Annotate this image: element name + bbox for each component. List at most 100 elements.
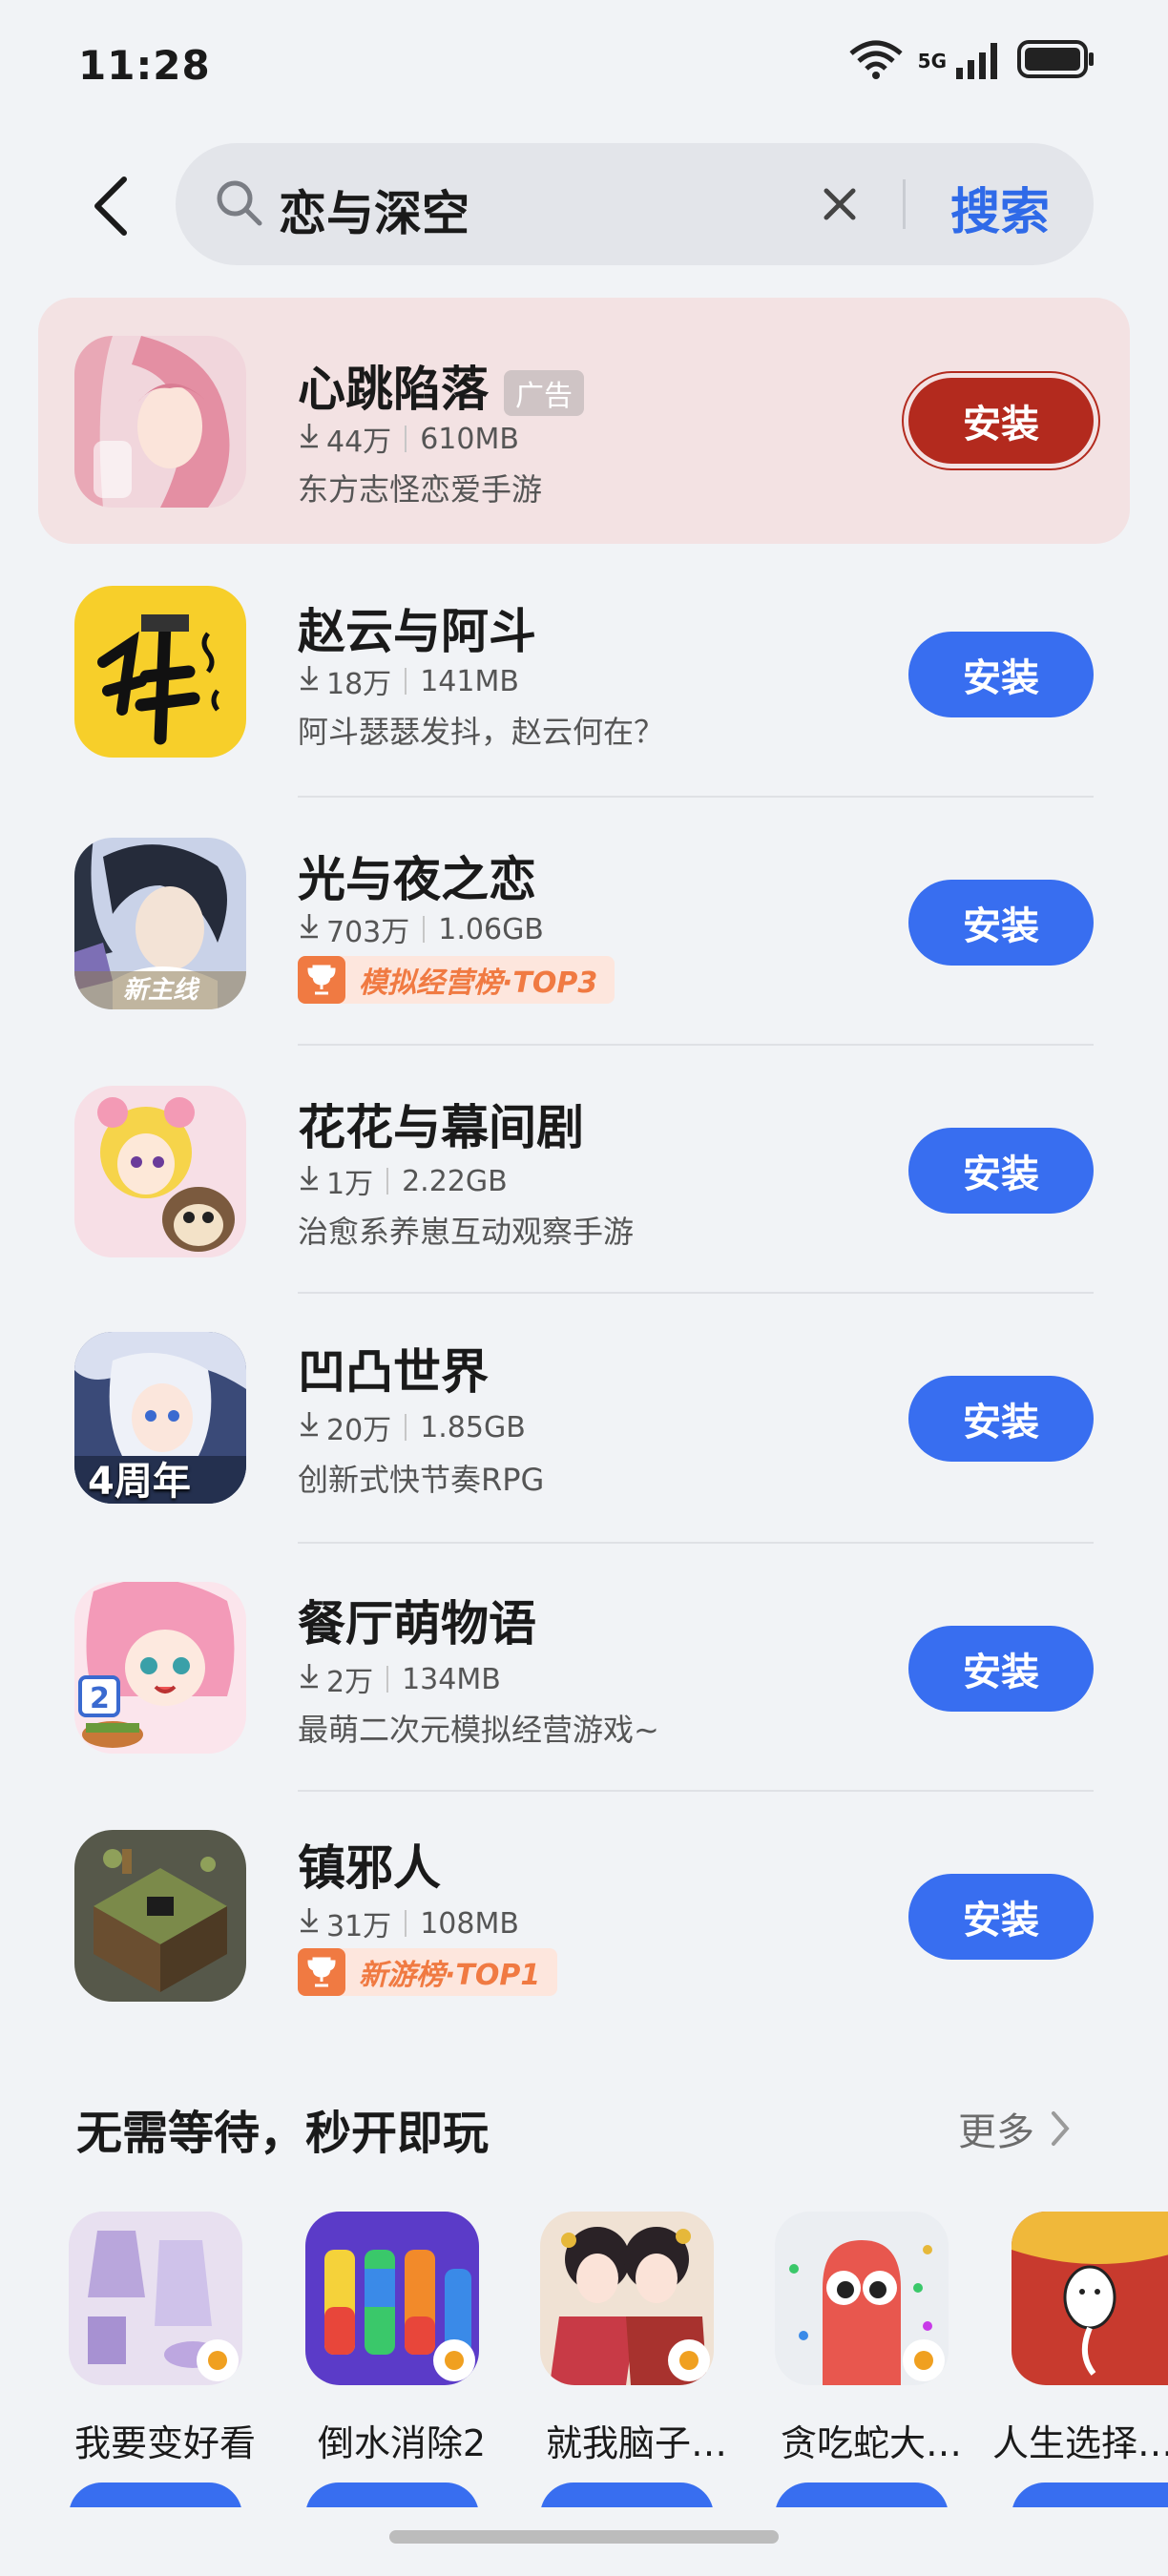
download-count: 2万 [326,1666,374,1699]
chevron-right-icon [1052,2111,1070,2146]
app-icon-guangyuye: 新主线 [74,838,246,1009]
install-button[interactable]: 安装 [908,880,1094,966]
app-size: 1.85GB [420,1410,526,1444]
meta-separator [405,1910,407,1937]
download-icon [298,1410,321,1444]
game-icon-tanchishe [775,2212,949,2385]
list-item[interactable]: 花花与幕间剧 1万 2.22GB 治愈系养崽互动观察手游 安装 [0,1042,1168,1294]
wifi-icon [847,38,905,84]
section-title: 无需等待，秒开即玩 [76,2107,490,2160]
search-input[interactable]: 恋与深空 [279,176,469,244]
meta-separator [405,1414,407,1441]
download-count: 18万 [326,668,392,701]
list-item[interactable]: 新主线 光与夜之恋 703万 1.06GB 模拟经营榜·TOP3 安装 [0,794,1168,1046]
download-icon [298,1164,321,1198]
search-bar: 恋与深空 搜索 [176,143,1094,265]
install-button[interactable]: 安装 [908,1626,1094,1712]
list-item-ad[interactable]: 心跳陷落 广告 44万 610MB 东方志怪恋爱手游 安装 [0,298,1168,546]
network-label: 5G [917,50,947,73]
app-meta: 44万 610MB [298,418,519,460]
app-description: 治愈系养崽互动观察手游 [298,1214,635,1250]
ad-badge: 广告 [504,369,584,416]
app-size: 134MB [402,1662,501,1696]
app-meta: 2万 134MB [298,1658,501,1700]
app-icon-zhenxieren [74,1830,246,2002]
app-meta: 18万 141MB [298,660,519,702]
instant-game-item[interactable]: 倒水消除2 [305,2212,486,2549]
app-size: 2.22GB [402,1164,508,1198]
app-icon-zhaoyun [74,586,246,758]
app-size: 141MB [420,664,519,698]
app-name: 餐厅萌物语 [298,1596,536,1652]
status-icons: 5G [847,38,1095,84]
list-item[interactable]: 4周年 凹凸世界 20万 1.85GB 创新式快节奏RPG 安装 [0,1290,1168,1544]
signal-icon [954,39,1004,83]
status-bar: 11:28 5G [0,0,1168,134]
install-button[interactable]: 安装 [908,1128,1094,1214]
icon-overlay-label: 4周年 [88,1460,191,1504]
rank-text: 模拟经营榜·TOP3 [359,966,598,1000]
clear-icon[interactable] [817,181,863,227]
download-icon [298,422,321,456]
instant-game-item[interactable]: 就我脑子… [540,2212,727,2549]
list-item[interactable]: 2 餐厅萌物语 2万 134MB 最萌二次元模拟经营游戏~ 安装 [0,1540,1168,1792]
app-icon-canting: 2 [74,1582,246,1754]
app-name: 赵云与阿斗 [298,604,536,659]
search-submit-button[interactable]: 搜索 [950,172,1050,243]
app-name: 心跳陷落 广告 [298,351,584,420]
app-name: 光与夜之恋 [298,852,536,907]
more-label: 更多 [958,2110,1034,2154]
app-icon-huahua [74,1086,246,1257]
download-icon [298,1662,321,1696]
section-more-button[interactable]: 更多 [958,2101,1071,2156]
instant-game-item[interactable]: 贪吃蛇大… [775,2212,962,2549]
list-item[interactable]: 镇邪人 31万 108MB 新游榜·TOP1 安装 [0,1788,1168,2036]
svg-text:2: 2 [90,1682,110,1715]
app-icon-xintiaoxianluo [74,336,246,508]
download-count: 31万 [326,1910,392,1943]
app-size: 1.06GB [438,912,544,946]
meta-separator [386,1666,389,1693]
instant-badge-icon [668,2339,710,2381]
install-button[interactable]: 安装 [908,1376,1094,1462]
app-size: 610MB [420,422,519,456]
home-indicator[interactable] [389,2530,779,2544]
meta-separator [405,668,407,695]
icon-overlay-label: 新主线 [74,971,246,1009]
download-icon [298,664,321,698]
app-description: 创新式快节奏RPG [298,1462,545,1498]
game-icon-jiuwonaozi [540,2212,714,2385]
back-button[interactable] [84,170,137,242]
download-icon [298,912,321,946]
search-icon [214,177,265,233]
game-label: 贪吃蛇大… [780,2422,962,2464]
trophy-icon [298,956,345,1004]
game-icon-rensheng [1012,2212,1168,2385]
chevron-left-icon [94,177,127,236]
app-description: 最萌二次元模拟经营游戏~ [298,1712,659,1748]
app-meta: 20万 1.85GB [298,1406,526,1448]
list-item[interactable]: 赵云与阿斗 18万 141MB 阿斗瑟瑟发抖，赵云何在？ 安装 [0,546,1168,798]
app-name: 花花与幕间剧 [298,1100,584,1155]
install-button[interactable]: 安装 [908,378,1094,464]
download-count: 1万 [326,1168,374,1201]
app-icon-aotu: 4周年 [74,1332,246,1504]
download-count: 20万 [326,1414,392,1447]
install-button[interactable]: 安装 [908,1874,1094,1960]
game-label: 倒水消除2 [317,2422,487,2464]
app-size: 108MB [420,1906,519,1941]
app-meta: 703万 1.06GB [298,908,544,950]
game-icon-daoshui [305,2212,479,2385]
app-name: 镇邪人 [298,1840,441,1896]
instant-game-item[interactable]: 人生选择… [992,2212,1168,2549]
game-label: 人生选择… [992,2422,1168,2464]
app-description: 东方志怪恋爱手游 [298,471,543,508]
rank-badge[interactable]: 模拟经营榜·TOP3 [298,956,615,1004]
meta-separator [423,916,426,943]
install-button[interactable]: 安装 [908,632,1094,717]
instant-game-item[interactable]: 我要变好看 [69,2212,256,2549]
download-icon [298,1906,321,1941]
game-icon-woyaobianhaokan [69,2212,242,2385]
instant-badge-icon [197,2339,239,2381]
rank-badge[interactable]: 新游榜·TOP1 [298,1948,558,1996]
